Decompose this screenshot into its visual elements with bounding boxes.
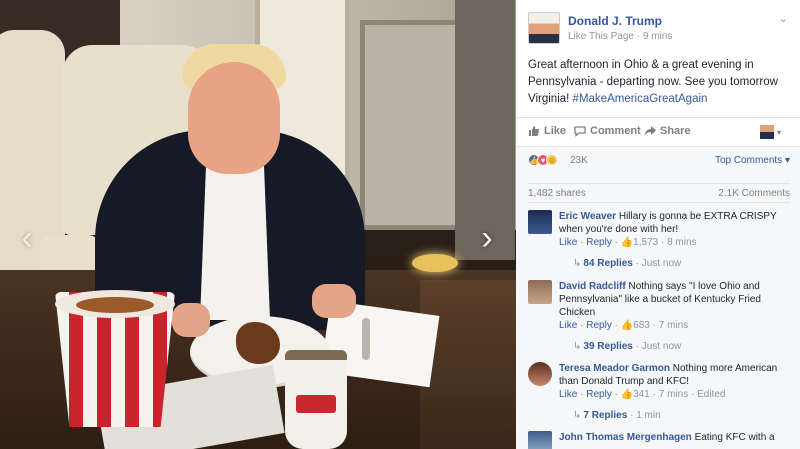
haha-reaction-icon: ☺ xyxy=(546,154,558,166)
share-button[interactable]: Share xyxy=(644,125,691,137)
comment-time[interactable]: 7 mins xyxy=(659,320,688,331)
post-photo[interactable]: ‹ › xyxy=(0,0,516,449)
comment-meta: Like · Reply · 👍1,573 · 8 mins xyxy=(559,237,697,248)
person-hand xyxy=(312,284,356,318)
feedback-section: 👍 ♥ ☺ 23K Top Comments ▾ 1,482 shares 2.… xyxy=(516,147,800,449)
chicken-bucket-food xyxy=(76,297,154,313)
person-hand xyxy=(172,303,210,337)
table-edge xyxy=(420,280,516,449)
comment-time[interactable]: 7 mins xyxy=(659,389,688,400)
comment-like-link[interactable]: Like xyxy=(559,320,577,331)
thumbs-up-icon: 👍 xyxy=(620,389,634,400)
post-time[interactable]: 9 mins xyxy=(643,31,672,42)
comment-body: Teresa Meador Garmon Nothing more Americ… xyxy=(559,362,791,388)
post-header: Donald J. Trump Like This Page · 9 mins … xyxy=(528,12,792,46)
person-face xyxy=(188,62,280,174)
commenter-avatar[interactable] xyxy=(528,431,552,449)
comment-body: John Thomas Mergenhagen Eating KFC with … xyxy=(559,431,791,444)
thumbs-up-icon: 👍 xyxy=(620,237,634,248)
post-actions: Like Comment Share ▾ xyxy=(516,117,800,147)
reply-arrow-icon: ↳ xyxy=(573,341,582,352)
commenter-name[interactable]: Teresa Meador Garmon xyxy=(559,363,670,374)
share-label: Share xyxy=(660,125,691,137)
reactions-row: 👍 ♥ ☺ 23K Top Comments ▾ xyxy=(528,153,790,169)
view-replies-link[interactable]: 39 Replies xyxy=(583,341,632,352)
commenter-name[interactable]: David Radcliff xyxy=(559,281,626,292)
comment-replies: ↳ 84 Replies · Just now xyxy=(573,258,682,269)
post-text: Great afternoon in Ohio & a great evenin… xyxy=(528,57,788,108)
commenter-avatar[interactable] xyxy=(528,362,552,386)
comment-edited[interactable]: Edited xyxy=(697,389,725,400)
commenter-avatar[interactable] xyxy=(528,210,552,234)
chevron-right-icon[interactable]: › xyxy=(472,218,502,258)
comment-meta: Like · Reply · 👍341 · 7 mins · Edited xyxy=(559,389,726,400)
page-avatar-mini xyxy=(760,125,774,139)
thumbs-up-icon xyxy=(529,126,540,136)
top-comments-dropdown[interactable]: Top Comments ▾ xyxy=(715,155,790,166)
comment-reply-link[interactable]: Reply xyxy=(586,389,612,400)
thumbs-up-icon: 👍 xyxy=(620,320,634,331)
table-lamp xyxy=(412,254,458,272)
replies-time: Just now xyxy=(641,258,682,269)
comment-meta: Like · Reply · 👍683 · 7 mins xyxy=(559,320,689,331)
comment-like-count[interactable]: 683 xyxy=(633,320,650,331)
share-icon xyxy=(644,126,656,136)
commenter-name[interactable]: John Thomas Mergenhagen xyxy=(559,432,692,443)
side-cup-stripe xyxy=(296,395,336,413)
comment-like-count[interactable]: 341 xyxy=(633,389,650,400)
comment-icon xyxy=(574,126,586,137)
top-comments-label: Top Comments xyxy=(714,155,783,166)
commenter-avatar[interactable] xyxy=(528,280,552,304)
spoon xyxy=(362,318,370,360)
view-replies-link[interactable]: 84 Replies xyxy=(583,258,632,269)
comment-like-link[interactable]: Like xyxy=(559,237,577,248)
post-options-chevron-icon[interactable]: ⌄ xyxy=(779,12,788,25)
comment-button[interactable]: Comment xyxy=(574,125,641,137)
like-button[interactable]: Like xyxy=(528,125,566,137)
comment-replies: ↳ 7 Replies · 1 min xyxy=(573,410,661,421)
post-panel: Donald J. Trump Like This Page · 9 mins … xyxy=(516,0,800,449)
view-replies-link[interactable]: 7 Replies xyxy=(583,410,627,421)
shares-count[interactable]: 1,482 shares xyxy=(528,188,586,199)
reaction-icons[interactable]: 👍 ♥ ☺ xyxy=(528,154,558,166)
like-label: Like xyxy=(544,125,567,137)
like-page-link[interactable]: Like This Page xyxy=(568,31,634,42)
comment-reply-link[interactable]: Reply xyxy=(586,237,612,248)
replies-time: Just now xyxy=(641,341,682,352)
comment-like-link[interactable]: Like xyxy=(559,389,577,400)
comment-text: Eating KFC with a xyxy=(694,432,775,443)
comments-count[interactable]: 2.1K Comments xyxy=(718,188,790,199)
divider xyxy=(528,202,790,203)
hashtag-link[interactable]: #MakeAmericaGreatAgain xyxy=(573,93,708,105)
comment-replies: ↳ 39 Replies · Just now xyxy=(573,341,682,352)
commenter-name[interactable]: Eric Weaver xyxy=(559,211,616,222)
author-name[interactable]: Donald J. Trump xyxy=(568,14,662,28)
replies-time: 1 min xyxy=(636,410,661,421)
comment-like-count[interactable]: 1,573 xyxy=(633,237,658,248)
comment-time[interactable]: 8 mins xyxy=(667,237,696,248)
fried-chicken xyxy=(236,322,280,364)
comment-label: Comment xyxy=(590,125,641,137)
comment-body: David Radcliff Nothing says "I love Ohio… xyxy=(559,280,791,319)
reply-arrow-icon: ↳ xyxy=(573,410,582,421)
post-as-selector[interactable]: ▾ xyxy=(760,125,788,139)
reaction-count[interactable]: 23K xyxy=(570,155,588,166)
reply-arrow-icon: ↳ xyxy=(573,258,582,269)
comment-reply-link[interactable]: Reply xyxy=(586,320,612,331)
share-count-row: 1,482 shares 2.1K Comments xyxy=(528,183,790,199)
comment-body: Eric Weaver Hillary is gonna be EXTRA CR… xyxy=(559,210,791,236)
page-avatar[interactable] xyxy=(528,12,560,44)
post-meta: Like This Page · 9 mins xyxy=(568,31,673,42)
chevron-left-icon[interactable]: ‹ xyxy=(12,218,42,258)
caret-down-icon: ▾ xyxy=(777,127,782,137)
